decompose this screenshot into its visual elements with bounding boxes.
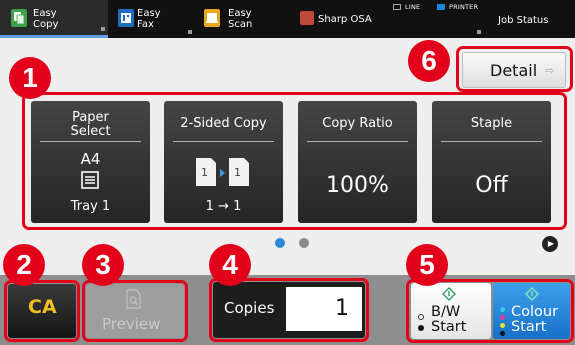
corner-mark [477,30,481,34]
callout-frame-6 [456,46,573,92]
callout-4: 4 [209,244,251,286]
tab-easy-fax-label: Easy Fax [137,8,161,30]
callout-6: 6 [408,40,450,82]
easy-scan-icon [204,9,220,27]
callout-frame-3 [82,280,188,342]
printer-indicator-icon [437,4,445,10]
tab-sharp-osa[interactable]: Sharp OSA [288,0,388,38]
job-status-button[interactable]: Job Status [498,15,548,26]
callout-frame-2 [4,280,80,342]
tab-sharp-osa-label: Sharp OSA [318,14,372,25]
page-indicator[interactable] [299,238,309,248]
printer-indicator-label: PRINTER [449,3,479,11]
top-bar: Easy Copy Easy Fax Easy Scan Sharp OSA L… [0,0,575,38]
callout-1: 1 [9,57,51,99]
callout-frame-4 [209,278,369,342]
easy-fax-icon [118,9,134,27]
tab-easy-copy-label: Easy Copy [33,8,59,30]
tab-easy-scan-label: Easy Scan [228,8,253,30]
tab-easy-fax[interactable]: Easy Fax [108,0,192,38]
callout-3: 3 [82,244,124,286]
tab-easy-scan[interactable]: Easy Scan [192,0,288,38]
easy-copy-icon [11,9,27,27]
tab-easy-copy[interactable]: Easy Copy [0,0,108,38]
page-indicator-active[interactable] [275,238,285,248]
corner-mark [101,27,105,31]
line-indicator-label: LINE [405,3,421,11]
callout-frame-1 [22,92,567,230]
callout-2: 2 [3,244,45,286]
sharp-osa-icon [300,11,314,25]
callout-frame-5 [406,279,574,343]
line-indicator-icon [393,4,401,10]
next-page-icon[interactable]: ▶ [542,236,558,252]
callout-5: 5 [406,244,448,286]
